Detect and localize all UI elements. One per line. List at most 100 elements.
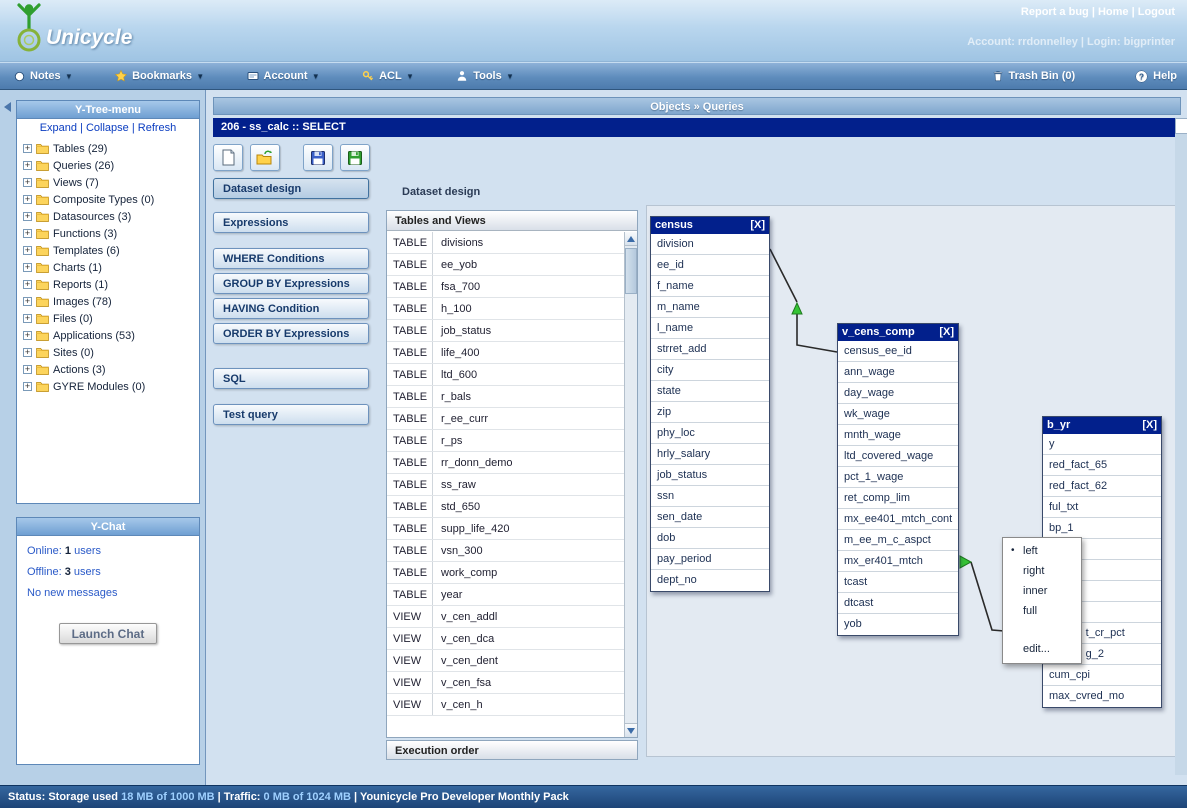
entity-field[interactable]: state	[651, 381, 769, 402]
tree-item-tables-29[interactable]: +Tables (29)	[23, 140, 199, 157]
entity-field[interactable]: strret_add	[651, 339, 769, 360]
panel-button-group-by-expressions[interactable]: GROUP BY Expressions	[213, 273, 369, 294]
diagram-canvas[interactable]: census[X]divisionee_idf_namem_namel_name…	[646, 205, 1176, 757]
table-row-v-cen-dca[interactable]: VIEWv_cen_dca	[387, 628, 624, 650]
expand-plus-icon[interactable]: +	[23, 263, 32, 272]
tree-item-sites-0[interactable]: +Sites (0)	[23, 344, 199, 361]
table-row-r-ee-curr[interactable]: TABLEr_ee_curr	[387, 408, 624, 430]
save-button[interactable]	[303, 144, 333, 171]
entity-field[interactable]: f_name	[651, 276, 769, 297]
entity-field[interactable]: ann_wage	[838, 362, 958, 383]
table-row-r-bals[interactable]: TABLEr_bals	[387, 386, 624, 408]
tree-action-refresh[interactable]: Refresh	[138, 122, 177, 134]
entity-field[interactable]: dtcast	[838, 593, 958, 614]
table-row-vsn-300[interactable]: TABLEvsn_300	[387, 540, 624, 562]
entity-field[interactable]: dept_no	[651, 570, 769, 591]
entity-field[interactable]: day_wage	[838, 383, 958, 404]
tree-item-views-7[interactable]: +Views (7)	[23, 174, 199, 191]
expand-plus-icon[interactable]: +	[23, 144, 32, 153]
join-option-full[interactable]: full	[1003, 601, 1081, 621]
expand-plus-icon[interactable]: +	[23, 314, 32, 323]
entity-field[interactable]: ret_comp_lim	[838, 488, 958, 509]
execution-order-bar[interactable]: Execution order	[386, 740, 638, 760]
join-option-edit[interactable]: edit...	[1003, 639, 1081, 659]
panel-button-test-query[interactable]: Test query	[213, 404, 369, 425]
entity-field[interactable]: division	[651, 234, 769, 255]
open-button[interactable]	[250, 144, 280, 171]
nav-link-home[interactable]: Home	[1098, 6, 1129, 18]
table-row-ltd-600[interactable]: TABLEltd_600	[387, 364, 624, 386]
scrollbar-top-button[interactable]	[1175, 118, 1187, 134]
table-row-v-cen-fsa[interactable]: VIEWv_cen_fsa	[387, 672, 624, 694]
tree-item-templates-6[interactable]: +Templates (6)	[23, 242, 199, 259]
expand-plus-icon[interactable]: +	[23, 365, 32, 374]
entity-field[interactable]: city	[651, 360, 769, 381]
nav-link-report-a-bug[interactable]: Report a bug	[1021, 6, 1089, 18]
menu-notes[interactable]: Notes▾	[14, 70, 71, 82]
help-button[interactable]: ? Help	[1135, 70, 1177, 83]
menu-acl[interactable]: ACL▾	[362, 70, 412, 82]
entity-field[interactable]: cum_cpi	[1043, 665, 1161, 686]
entity-field[interactable]: phy_loc	[651, 423, 769, 444]
entity-field[interactable]: m_ee_m_c_aspct	[838, 530, 958, 551]
tree-item-composite-types-0[interactable]: +Composite Types (0)	[23, 191, 199, 208]
scrollbar-thumb[interactable]	[625, 248, 637, 294]
sidebar-collapse-arrow-icon[interactable]	[4, 102, 11, 112]
entity-field[interactable]: m_name	[651, 297, 769, 318]
table-row-v-cen-addl[interactable]: VIEWv_cen_addl	[387, 606, 624, 628]
join-option-left[interactable]: left•	[1003, 541, 1081, 561]
trash-bin-button[interactable]: Trash Bin (0)	[992, 70, 1076, 82]
entity-drag-handle[interactable]: v_cens_comp[X]	[838, 324, 958, 341]
table-row-v-cen-dent[interactable]: VIEWv_cen_dent	[387, 650, 624, 672]
join-option-inner[interactable]: inner	[1003, 581, 1081, 601]
entity-field[interactable]: wk_wage	[838, 404, 958, 425]
table-row-supp-life-420[interactable]: TABLEsupp_life_420	[387, 518, 624, 540]
entity-field[interactable]: bp_1	[1043, 518, 1161, 539]
tree-item-gyre-modules-0[interactable]: +GYRE Modules (0)	[23, 378, 199, 395]
entity-field[interactable]: sen_date	[651, 507, 769, 528]
table-row-ss-raw[interactable]: TABLEss_raw	[387, 474, 624, 496]
expand-plus-icon[interactable]: +	[23, 178, 32, 187]
entity-field[interactable]: census_ee_id	[838, 341, 958, 362]
entity-field[interactable]: mx_ee401_mtch_cont	[838, 509, 958, 530]
panel-button-sql[interactable]: SQL	[213, 368, 369, 389]
tree-action-expand[interactable]: Expand	[40, 122, 77, 134]
entity-field[interactable]: mnth_wage	[838, 425, 958, 446]
expand-plus-icon[interactable]: +	[23, 195, 32, 204]
save-as-button[interactable]	[340, 144, 370, 171]
launch-chat-button[interactable]: Launch Chat	[59, 623, 157, 644]
expand-plus-icon[interactable]: +	[23, 348, 32, 357]
entity-field[interactable]: max_cvred_mo	[1043, 686, 1161, 707]
expand-plus-icon[interactable]: +	[23, 161, 32, 170]
entity-field[interactable]: yob	[838, 614, 958, 635]
table-row-r-ps[interactable]: TABLEr_ps	[387, 430, 624, 452]
expand-plus-icon[interactable]: +	[23, 229, 32, 238]
entity-field[interactable]: dob	[651, 528, 769, 549]
close-entity-button[interactable]: [X]	[939, 324, 954, 341]
entity-drag-handle[interactable]: census[X]	[651, 217, 769, 234]
entity-field[interactable]: l_name	[651, 318, 769, 339]
entity-field[interactable]: tcast	[838, 572, 958, 593]
table-row-work-comp[interactable]: TABLEwork_comp	[387, 562, 624, 584]
menu-tools[interactable]: Tools▾	[456, 70, 512, 82]
entity-field[interactable]: y	[1043, 434, 1161, 455]
tree-item-functions-3[interactable]: +Functions (3)	[23, 225, 199, 242]
entity-field[interactable]: job_status	[651, 465, 769, 486]
tree-item-actions-3[interactable]: +Actions (3)	[23, 361, 199, 378]
menu-bookmarks[interactable]: Bookmarks▾	[115, 70, 202, 82]
entity-field[interactable]: pct_1_wage	[838, 467, 958, 488]
expand-plus-icon[interactable]: +	[23, 280, 32, 289]
close-entity-button[interactable]: [X]	[1142, 417, 1157, 434]
entity-field[interactable]: ltd_covered_wage	[838, 446, 958, 467]
join-option-right[interactable]: right	[1003, 561, 1081, 581]
table-row-life-400[interactable]: TABLElife_400	[387, 342, 624, 364]
table-row-v-cen-h[interactable]: VIEWv_cen_h	[387, 694, 624, 716]
vertical-scrollbar[interactable]	[1175, 118, 1187, 775]
panel-button-order-by-expressions[interactable]: ORDER BY Expressions	[213, 323, 369, 344]
entity-field[interactable]: ssn	[651, 486, 769, 507]
tree-item-files-0[interactable]: +Files (0)	[23, 310, 199, 327]
entity-drag-handle[interactable]: b_yr[X]	[1043, 417, 1161, 434]
tree-item-images-78[interactable]: +Images (78)	[23, 293, 199, 310]
tree-item-reports-1[interactable]: +Reports (1)	[23, 276, 199, 293]
table-row-job-status[interactable]: TABLEjob_status	[387, 320, 624, 342]
